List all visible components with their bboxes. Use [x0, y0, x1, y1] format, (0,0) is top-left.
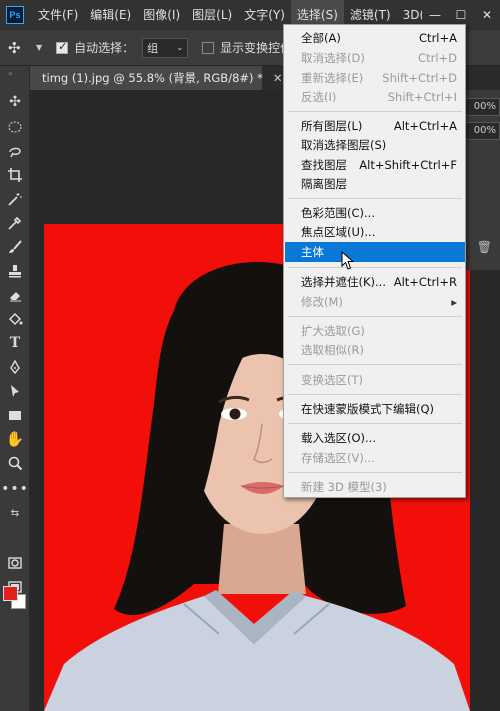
menu-separator — [288, 423, 462, 424]
tools-panel: » ✣ T ✋ ••• ⇆ — [0, 66, 30, 711]
menu-item-subject[interactable]: 主体 — [285, 242, 465, 262]
move-tool-preset-icon[interactable]: ✣ — [8, 39, 36, 57]
menu-item-select-and-mask[interactable]: 选择并遮住(K)... Alt+Ctrl+R — [285, 272, 465, 292]
show-transform-checkbox[interactable] — [202, 41, 215, 54]
menu-file[interactable]: 文件(F) — [32, 0, 84, 30]
opacity-field[interactable]: 00% — [464, 98, 500, 116]
close-button[interactable]: ✕ — [474, 0, 500, 30]
paint-bucket-icon[interactable] — [3, 308, 27, 330]
magic-wand-icon[interactable] — [3, 188, 27, 210]
menu-item-focus-area[interactable]: 焦点区域(U)... — [285, 222, 465, 242]
menu-item-modify[interactable]: 修改(M) ▸ — [285, 292, 465, 312]
menu-edit[interactable]: 编辑(E) — [84, 0, 137, 30]
brush-icon[interactable] — [3, 236, 27, 258]
menu-item-grow[interactable]: 扩大选取(G) — [285, 321, 465, 341]
menu-item-find-layers[interactable]: 查找图层 Alt+Shift+Ctrl+F — [285, 155, 465, 175]
stamp-icon[interactable] — [3, 260, 27, 282]
text-tool-icon[interactable]: T — [3, 332, 27, 354]
submenu-arrow-icon: ▸ — [451, 295, 457, 309]
zoom-tool-icon[interactable] — [3, 452, 27, 474]
menu-item-similar[interactable]: 选取相似(R) — [285, 340, 465, 360]
hand-tool-icon[interactable]: ✋ — [3, 428, 27, 450]
menu-item-new-3d-model[interactable]: 新建 3D 模型(3) — [285, 477, 465, 497]
menu-layer[interactable]: 图层(L) — [186, 0, 238, 30]
eyedropper-icon[interactable] — [3, 212, 27, 234]
menu-item-save-selection[interactable]: 存储选区(V)... — [285, 448, 465, 468]
crop-tool-icon[interactable] — [3, 164, 27, 186]
menu-item-isolate-layers[interactable]: 隔离图层 — [285, 174, 465, 194]
document-tab-title: timg (1).jpg @ 55.8% (背景, RGB/8#) * — [42, 71, 263, 85]
document-tab[interactable]: timg (1).jpg @ 55.8% (背景, RGB/8#) * ✕ — [30, 66, 283, 90]
more-tools-icon[interactable]: ••• — [1, 478, 28, 500]
marquee-tool-icon[interactable] — [3, 116, 27, 138]
photoshop-logo: Ps — [6, 6, 24, 24]
pen-icon[interactable] — [3, 356, 27, 378]
path-select-icon[interactable] — [3, 380, 27, 402]
panel-grip-icon: » — [8, 69, 13, 78]
menu-separator — [288, 472, 462, 473]
menu-separator — [288, 111, 462, 112]
auto-select-dropdown[interactable]: 组 ⌄ — [142, 37, 189, 58]
swap-colors-icon[interactable]: ⇆ — [3, 502, 27, 524]
show-transform-label: 显示变换控件 — [220, 41, 293, 55]
move-tool-icon[interactable]: ✣ — [3, 91, 27, 113]
menu-item-transform-selection[interactable]: 变换选区(T) — [285, 370, 465, 390]
chevron-down-icon: ⌄ — [176, 43, 184, 52]
menu-item-quick-mask[interactable]: 在快速蒙版模式下编辑(Q) — [285, 399, 465, 419]
menu-image[interactable]: 图像(I) — [137, 0, 186, 30]
menu-item-deselect-layers[interactable]: 取消选择图层(S) — [285, 135, 465, 155]
auto-select-checkbox[interactable] — [56, 40, 69, 54]
menu-separator — [288, 364, 462, 365]
menu-separator — [288, 316, 462, 317]
auto-select-label: 自动选择： — [74, 41, 135, 55]
menu-item-select-all[interactable]: 全部(A) Ctrl+A — [285, 28, 465, 48]
auto-select-value: 组 — [147, 41, 159, 55]
menu-separator — [288, 267, 462, 268]
close-icon[interactable]: ✕ — [273, 71, 283, 85]
menu-item-inverse[interactable]: 反选(I) Shift+Ctrl+I — [285, 87, 465, 107]
rectangle-tool-icon[interactable] — [3, 404, 27, 426]
menu-item-all-layers[interactable]: 所有图层(L) Alt+Ctrl+A — [285, 116, 465, 136]
trash-icon[interactable]: 🗑 — [477, 240, 492, 254]
menu-separator — [288, 198, 462, 199]
right-panel-strip: 00% 00% 🗑 — [462, 90, 500, 270]
menu-item-reselect[interactable]: 重新选择(E) Shift+Ctrl+D — [285, 68, 465, 88]
menu-item-deselect[interactable]: 取消选择(D) Ctrl+D — [285, 48, 465, 68]
photoshop-window: Ps 文件(F) 编辑(E) 图像(I) 图层(L) 文字(Y) 选择(S) 滤… — [0, 0, 500, 711]
fill-field[interactable]: 00% — [464, 122, 500, 140]
foreground-color-swatch[interactable] — [3, 586, 18, 601]
lasso-tool-icon[interactable] — [3, 140, 27, 162]
eraser-icon[interactable] — [3, 284, 27, 306]
quick-mask-icon[interactable] — [3, 552, 27, 574]
select-menu-dropdown: 全部(A) Ctrl+A 取消选择(D) Ctrl+D 重新选择(E) Shift+C… — [283, 24, 466, 498]
menu-separator — [288, 394, 462, 395]
menu-item-color-range[interactable]: 色彩范围(C)... — [285, 203, 465, 223]
chevron-down-icon[interactable]: ▼ — [36, 43, 42, 52]
menu-item-load-selection[interactable]: 载入选区(O)... — [285, 428, 465, 448]
mouse-cursor-icon — [341, 251, 355, 270]
